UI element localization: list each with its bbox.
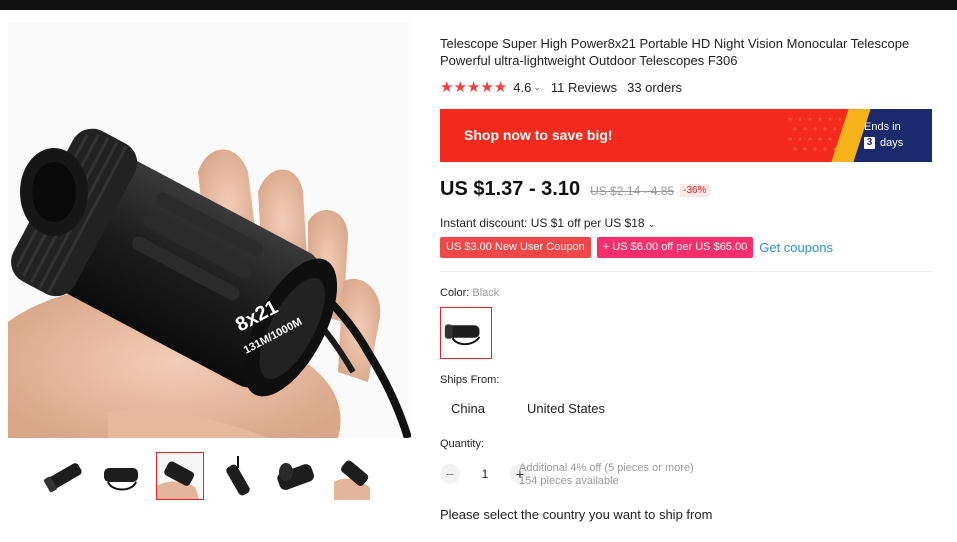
quantity-minus-button[interactable]: − bbox=[440, 464, 460, 484]
top-bar bbox=[0, 0, 957, 10]
rating-row: ★★★★★ 4.6 ⌄ 11 Reviews 33 orders bbox=[440, 78, 682, 96]
chevron-down-icon[interactable]: ⌄ bbox=[533, 82, 541, 93]
reviews-link[interactable]: 11 Reviews bbox=[551, 80, 617, 95]
promo-banner[interactable]: Shop now to save big! Ends in 3 days bbox=[440, 109, 932, 162]
quantity-label: Quantity: bbox=[440, 438, 485, 450]
thumbnail-4[interactable] bbox=[214, 452, 262, 500]
ships-from-label: Ships From: bbox=[440, 374, 500, 386]
get-coupons-link[interactable]: Get coupons bbox=[759, 240, 833, 255]
ship-option-united-states[interactable]: United States bbox=[516, 400, 616, 418]
instant-discount[interactable]: Instant discount: US $1 off per US $18 ⌄ bbox=[440, 216, 655, 230]
instant-discount-text: Instant discount: US $1 off per US $18 bbox=[440, 216, 645, 230]
quantity-info: Additional 4% off (5 pieces or more) 154… bbox=[519, 462, 694, 488]
coupon-row: US $3.00 New User Coupon + US $6.00 off … bbox=[440, 237, 833, 258]
ends-in-label: Ends in bbox=[864, 121, 901, 133]
thumbnail-1[interactable] bbox=[40, 452, 88, 500]
original-price: US $2.14 - 4.85 bbox=[590, 184, 675, 198]
current-price: US $1.37 - 3.10 bbox=[440, 178, 581, 200]
thumbnail-3-selected[interactable] bbox=[156, 452, 204, 500]
countdown-days: 3 days bbox=[864, 137, 903, 149]
color-label-text: Color: bbox=[440, 287, 470, 299]
bulk-discount-note: Additional 4% off (5 pieces or more) bbox=[519, 462, 694, 474]
price-row: US $1.37 - 3.10 US $2.14 - 4.85 -36% bbox=[440, 178, 710, 201]
ship-option-china[interactable]: China bbox=[440, 400, 496, 418]
days-number: 3 bbox=[864, 137, 875, 149]
main-product-image[interactable]: 8x21 131M/1000M bbox=[8, 22, 411, 438]
divider bbox=[440, 271, 932, 272]
discount-badge: -36% bbox=[680, 184, 710, 197]
rating-value[interactable]: 4.6 bbox=[513, 80, 531, 95]
product-title: Telescope Super High Power8x21 Portable … bbox=[440, 36, 910, 68]
stock-available: 154 pieces available bbox=[519, 475, 619, 487]
color-label: Color: Black bbox=[440, 287, 499, 299]
quantity-stepper: − 1 + bbox=[440, 464, 530, 484]
days-label: days bbox=[880, 137, 904, 149]
orders-count: 33 orders bbox=[627, 79, 683, 95]
color-value: Black bbox=[472, 287, 500, 299]
color-swatch-black[interactable] bbox=[440, 307, 492, 359]
shipping-message: Please select the country you want to sh… bbox=[440, 507, 713, 522]
quantity-input[interactable]: 1 bbox=[460, 467, 510, 481]
countdown-panel: Ends in 3 days bbox=[831, 109, 932, 162]
thumbnail-strip bbox=[40, 452, 420, 500]
store-coupon[interactable]: + US $6.00 off per US $65.00 bbox=[596, 237, 754, 258]
chevron-down-icon: ⌄ bbox=[647, 219, 656, 229]
thumbnail-6[interactable] bbox=[330, 452, 378, 500]
promo-text: Shop now to save big! bbox=[464, 127, 613, 143]
new-user-coupon[interactable]: US $3.00 New User Coupon bbox=[440, 237, 591, 258]
thumbnail-2[interactable] bbox=[98, 452, 146, 500]
ships-from-options: China United States bbox=[440, 400, 636, 418]
star-rating-icon: ★★★★★ bbox=[440, 79, 508, 96]
thumbnail-5[interactable] bbox=[272, 452, 320, 500]
